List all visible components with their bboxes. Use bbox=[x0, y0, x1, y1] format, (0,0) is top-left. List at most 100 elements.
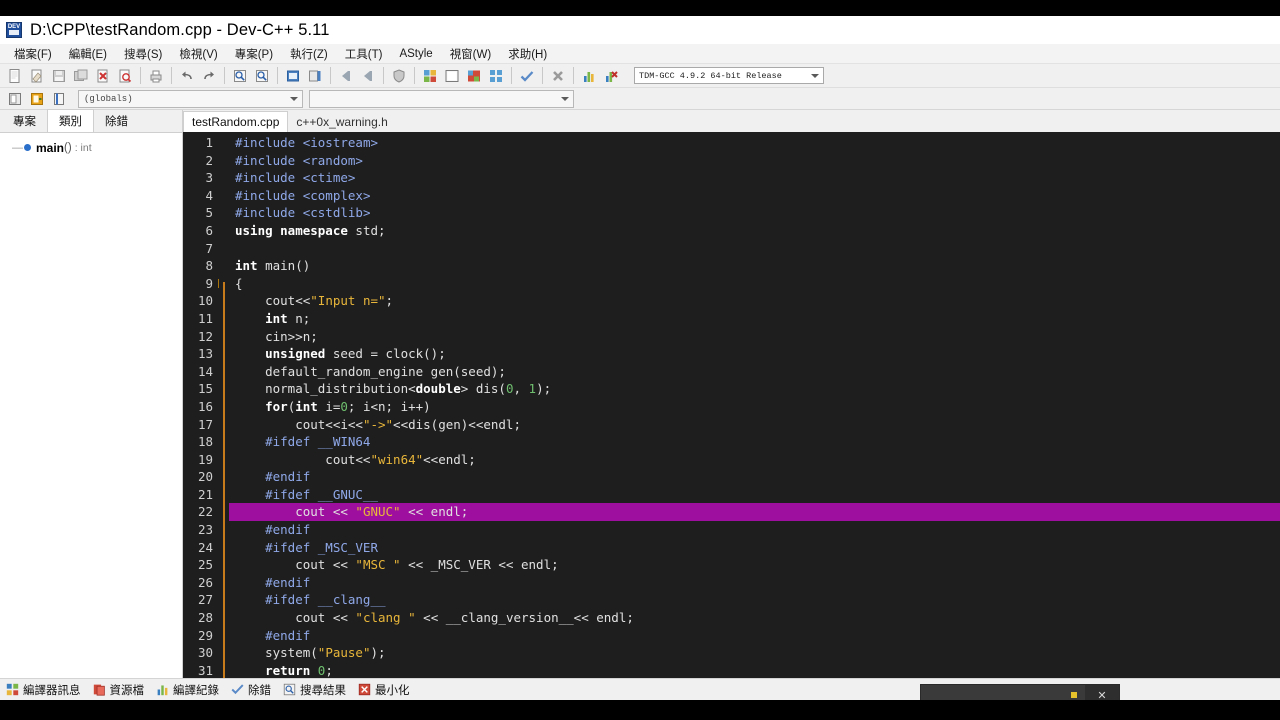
menu-search[interactable]: 搜尋(S) bbox=[116, 44, 171, 64]
code-line[interactable]: system("Pause"); bbox=[229, 644, 1280, 662]
code-line[interactable]: cout << "clang " << __clang_version__<< … bbox=[229, 609, 1280, 627]
code-line[interactable]: return 0; bbox=[229, 662, 1280, 678]
code-line[interactable]: unsigned seed = clock(); bbox=[229, 345, 1280, 363]
status-tab-search-results[interactable]: 搜尋結果 bbox=[283, 682, 346, 698]
code-line[interactable]: for(int i=0; i<n; i++) bbox=[229, 398, 1280, 416]
menu-window[interactable]: 視窗(W) bbox=[442, 44, 501, 64]
code-line[interactable]: #ifdef _MSC_VER bbox=[229, 539, 1280, 557]
profile-icon[interactable] bbox=[579, 66, 599, 86]
open-file-icon[interactable] bbox=[27, 66, 47, 86]
member-select[interactable] bbox=[309, 89, 574, 108]
panel-tab-classes[interactable]: 類別 bbox=[47, 109, 94, 133]
resource-file-icon bbox=[93, 683, 106, 696]
code-token-num: 1 bbox=[528, 381, 537, 397]
code-line[interactable]: #include <complex> bbox=[229, 187, 1280, 205]
code-line[interactable]: normal_distribution<double> dis(0, 1); bbox=[229, 380, 1280, 398]
replace-icon[interactable] bbox=[283, 66, 303, 86]
code-line[interactable] bbox=[229, 240, 1280, 258]
code-line[interactable]: #endif bbox=[229, 468, 1280, 486]
status-tab-label: 除錯 bbox=[248, 684, 271, 697]
code-line[interactable]: #endif bbox=[229, 574, 1280, 592]
code-text[interactable]: #include <iostream> #include <random> #inc… bbox=[229, 132, 1280, 678]
toolbar-separator bbox=[140, 67, 141, 84]
status-tab-label: 搜尋結果 bbox=[300, 684, 346, 697]
code-token-id: cout<<i<< bbox=[235, 416, 363, 432]
code-line[interactable]: #endif bbox=[229, 521, 1280, 539]
menu-astyle[interactable]: AStyle bbox=[391, 46, 441, 62]
code-line[interactable]: #include <ctime> bbox=[229, 169, 1280, 187]
tree-item[interactable]: — main(): int bbox=[0, 139, 182, 156]
screen-root: DEV D:\CPP\testRandom.cpp - Dev-C++ 5.11… bbox=[0, 0, 1280, 720]
debug-icon[interactable] bbox=[601, 66, 621, 86]
save-all-icon[interactable] bbox=[71, 66, 91, 86]
menu-project[interactable]: 專案(P) bbox=[227, 44, 282, 64]
menu-edit[interactable]: 編輯(E) bbox=[61, 44, 116, 64]
find-next-icon[interactable] bbox=[252, 66, 272, 86]
code-editor[interactable]: 1 2 3 4 5 6 7 8 9 10 11 12 13 14 15 16 17 18 19 20 21 22 23 24 2… bbox=[183, 132, 1280, 678]
code-line[interactable]: cout << "GNUC" << endl; bbox=[229, 503, 1280, 522]
status-tab-resources[interactable]: 資源檔 bbox=[93, 682, 144, 698]
print-icon[interactable] bbox=[146, 66, 166, 86]
browse-icon[interactable] bbox=[49, 89, 69, 109]
save-file-icon[interactable] bbox=[49, 66, 69, 86]
code-line[interactable]: #include <random> bbox=[229, 152, 1280, 170]
code-line[interactable]: using namespace std; bbox=[229, 222, 1280, 240]
goto-definition-icon[interactable] bbox=[27, 89, 47, 109]
panel-tab-project[interactable]: 專案 bbox=[2, 110, 47, 132]
code-line[interactable]: #ifdef __clang__ bbox=[229, 591, 1280, 609]
menu-file[interactable]: 檔案(F) bbox=[6, 44, 61, 64]
stop-execution-icon[interactable] bbox=[548, 66, 568, 86]
scope-select[interactable]: (globals) bbox=[78, 89, 303, 108]
code-line[interactable]: #endif bbox=[229, 627, 1280, 645]
code-line[interactable]: cout<<"win64"<<endl; bbox=[229, 451, 1280, 469]
line-number: 6 bbox=[205, 222, 213, 238]
undo-icon[interactable] bbox=[177, 66, 197, 86]
editor-tab-testrandom-cpp[interactable]: testRandom.cpp bbox=[183, 111, 289, 133]
code-line[interactable]: #ifdef __WIN64 bbox=[229, 433, 1280, 451]
status-tab-label: 編譯紀錄 bbox=[173, 684, 219, 697]
status-tab-compiler[interactable]: 編譯器訊息 bbox=[6, 682, 81, 698]
status-tab-minimize[interactable]: 最小化 bbox=[358, 682, 410, 698]
editor-tab-cpp0x-warning-h[interactable]: c++0x_warning.h bbox=[288, 112, 396, 132]
line-number: 9 bbox=[183, 275, 227, 293]
code-token-id: cin>>n; bbox=[235, 328, 318, 344]
main-toolbar: TDM-GCC 4.9.2 64-bit Release bbox=[0, 64, 1280, 88]
menu-help[interactable]: 求助(H) bbox=[500, 44, 556, 64]
line-number: 18 bbox=[197, 434, 213, 450]
compiler-set-select[interactable]: TDM-GCC 4.9.2 64-bit Release bbox=[634, 67, 824, 84]
code-line[interactable]: cout<<"Input n="; bbox=[229, 292, 1280, 310]
back-icon[interactable] bbox=[336, 66, 356, 86]
code-line[interactable]: cin>>n; bbox=[229, 328, 1280, 346]
syntax-check-icon[interactable] bbox=[517, 66, 537, 86]
goto-declaration-icon[interactable] bbox=[5, 89, 25, 109]
new-file-icon[interactable] bbox=[5, 66, 25, 86]
rebuild-all-icon[interactable] bbox=[486, 66, 506, 86]
menu-execute[interactable]: 執行(Z) bbox=[282, 44, 337, 64]
status-tab-debug[interactable]: 除錯 bbox=[231, 682, 271, 698]
code-line[interactable]: cout << "MSC " << _MSC_VER << endl; bbox=[229, 556, 1280, 574]
code-line[interactable]: default_random_engine gen(seed); bbox=[229, 363, 1280, 381]
redo-icon[interactable] bbox=[199, 66, 219, 86]
code-line[interactable]: cout<<i<<"->"<<dis(gen)<<endl; bbox=[229, 416, 1280, 434]
menu-tools[interactable]: 工具(T) bbox=[337, 44, 392, 64]
run-icon[interactable] bbox=[442, 66, 462, 86]
code-line[interactable]: #ifdef __GNUC__ bbox=[229, 486, 1280, 504]
code-line[interactable]: int n; bbox=[229, 310, 1280, 328]
compile-run-icon[interactable] bbox=[464, 66, 484, 86]
menu-view[interactable]: 檢視(V) bbox=[171, 44, 226, 64]
code-token-pre: #endif bbox=[235, 627, 311, 643]
code-line[interactable]: { bbox=[229, 275, 1280, 293]
code-token-pre: #endif bbox=[235, 522, 311, 538]
code-line[interactable]: int main() bbox=[229, 257, 1280, 275]
status-tab-compile-log[interactable]: 編譯紀錄 bbox=[156, 682, 219, 698]
panel-tab-debug[interactable]: 除錯 bbox=[94, 110, 139, 132]
forward-icon[interactable] bbox=[358, 66, 378, 86]
find-icon[interactable] bbox=[230, 66, 250, 86]
print-preview-icon[interactable] bbox=[115, 66, 135, 86]
goto-line-icon[interactable] bbox=[305, 66, 325, 86]
code-line[interactable]: #include <cstdlib> bbox=[229, 204, 1280, 222]
compile-icon[interactable] bbox=[420, 66, 440, 86]
close-file-icon[interactable] bbox=[93, 66, 113, 86]
shield-icon[interactable] bbox=[389, 66, 409, 86]
code-line[interactable]: #include <iostream> bbox=[229, 134, 1280, 152]
